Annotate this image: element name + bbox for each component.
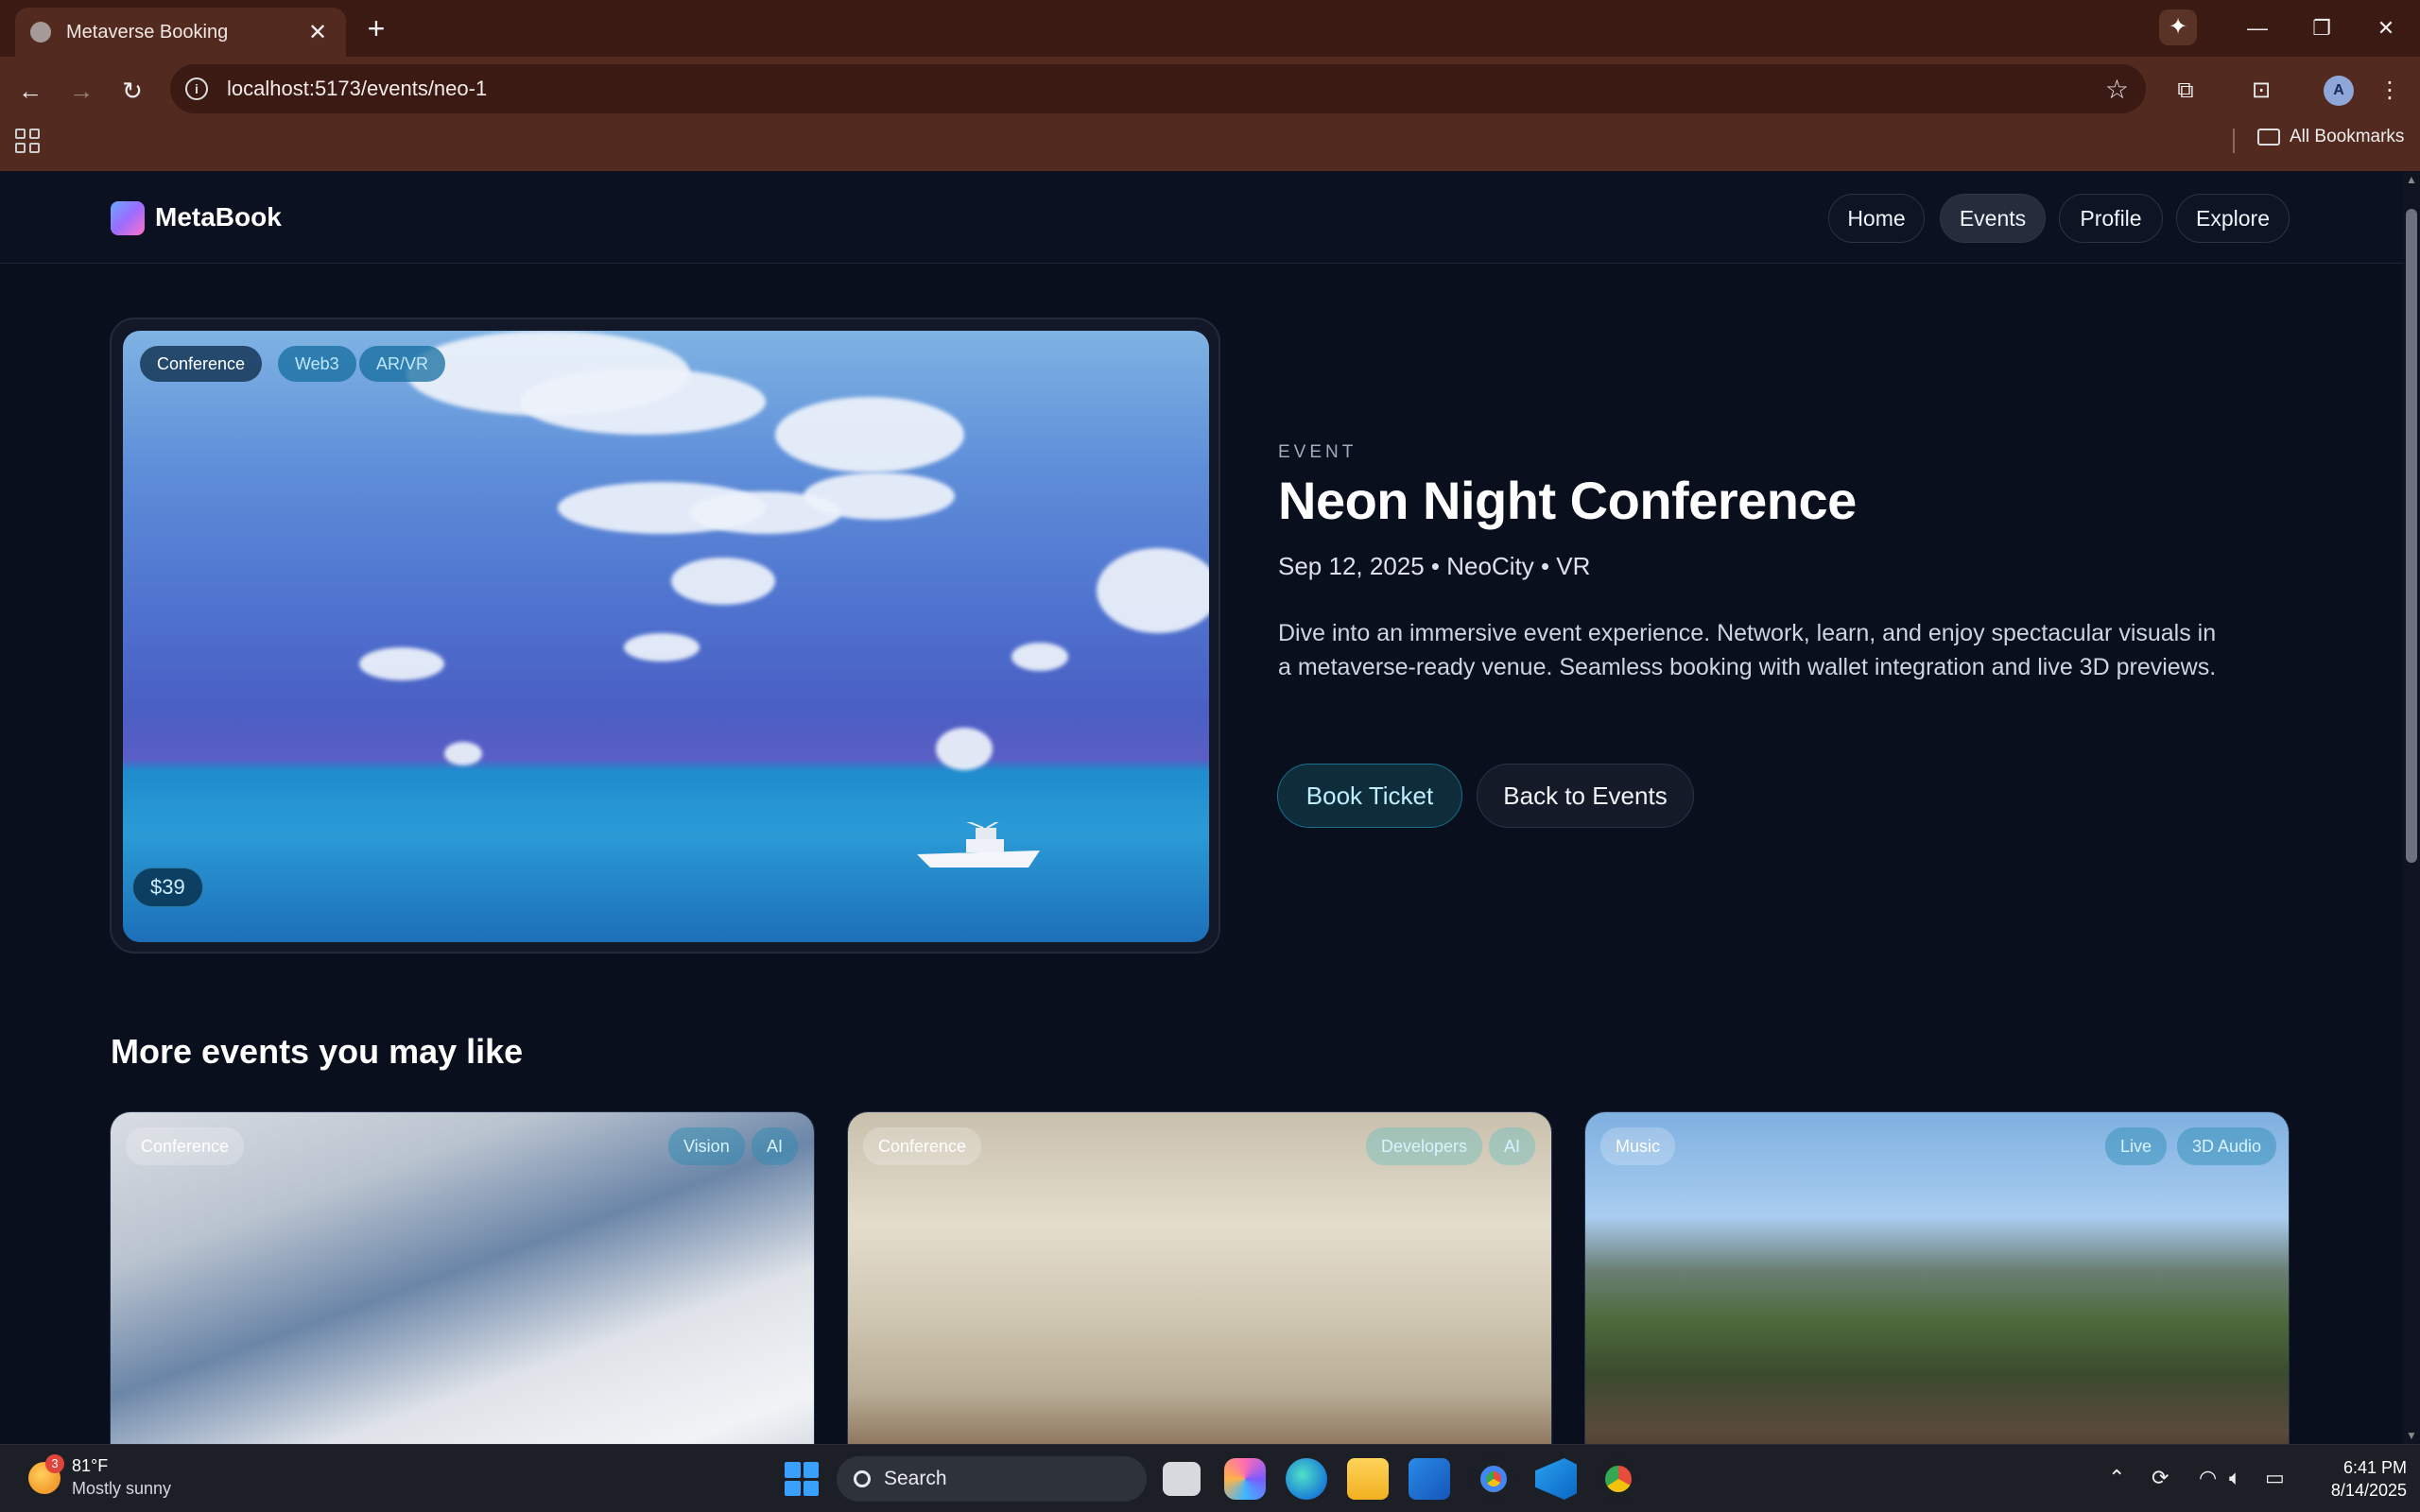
nav-events[interactable]: Events [1940, 194, 2046, 243]
tag-chip: AR/VR [359, 346, 446, 382]
related-event-card[interactable]: Conference Vision AI [110, 1111, 815, 1444]
search-label: Search [884, 1468, 947, 1489]
tray-overflow-icon[interactable]: ⌃ [2108, 1466, 2125, 1490]
card-category-chip: Conference [863, 1127, 982, 1165]
close-tab-icon[interactable]: ✕ [304, 19, 331, 46]
battery-icon[interactable]: ▭ [2265, 1466, 2285, 1490]
extensions-icon[interactable]: ⧉ [2167, 72, 2204, 110]
browser-tab-strip: Metaverse Booking ✕ + ✦ — ❐ ✕ [0, 0, 2420, 57]
copilot-icon[interactable] [1224, 1458, 1266, 1500]
event-meta: Sep 12, 2025 • NeoCity • VR [1278, 552, 1591, 580]
nav-explore[interactable]: Explore [2176, 194, 2290, 243]
url-text[interactable]: localhost:5173/events/neo-1 [227, 77, 2105, 101]
event-title: Neon Night Conference [1278, 471, 1857, 530]
menu-dots-icon[interactable]: ⋮ [2371, 72, 2409, 110]
browser-tab[interactable]: Metaverse Booking ✕ [15, 8, 346, 57]
card-tag-chip: Live [2105, 1127, 2168, 1165]
brand-logo-icon[interactable] [111, 201, 145, 235]
event-description: Dive into an immersive event experience.… [1278, 620, 2217, 680]
price-badge: $39 [132, 868, 203, 907]
site-header: MetaBook Home Events Profile Explore [0, 171, 2403, 264]
search-icon [854, 1470, 871, 1487]
clock-time: 6:41 PM [2342, 1458, 2407, 1477]
back-button[interactable]: ← [11, 72, 49, 110]
related-heading: More events you may like [111, 1032, 524, 1071]
chrome-profile-icon[interactable] [1598, 1458, 1639, 1500]
os-taskbar: 3 81°F Mostly sunny Search ⌃ ⟳ ◠ 🔈︎ ▭ 6:… [0, 1444, 2420, 1512]
weather-condition[interactable]: Mostly sunny [72, 1479, 171, 1499]
card-tag-chip: AI [1489, 1127, 1536, 1165]
event-cover-image [123, 331, 1209, 942]
card-tag-chip: 3D Audio [2177, 1127, 2277, 1165]
restore-button[interactable]: ❐ [2291, 9, 2352, 47]
apps-grid-icon[interactable] [15, 129, 40, 153]
forward-button[interactable]: → [62, 72, 100, 110]
weather-badge: 3 [45, 1454, 64, 1473]
address-bar[interactable]: i localhost:5173/events/neo-1 ☆ [170, 64, 2146, 113]
volume-icon[interactable]: 🔈︎ [2229, 1466, 2241, 1490]
outlook-icon[interactable] [1409, 1458, 1450, 1500]
close-window-button[interactable]: ✕ [2356, 9, 2416, 47]
scrollbar-thumb[interactable] [2406, 209, 2417, 863]
all-bookmarks-button[interactable]: All Bookmarks [2257, 127, 2404, 147]
sync-icon[interactable]: ⟳ [2152, 1466, 2169, 1490]
system-clock[interactable]: 6:41 PM 8/14/2025 [2312, 1456, 2407, 1502]
chrome-icon[interactable] [1473, 1458, 1514, 1500]
vscode-icon[interactable] [1535, 1458, 1577, 1500]
profile-avatar[interactable]: A [2324, 76, 2354, 106]
brand-name[interactable]: MetaBook [155, 202, 282, 232]
tag-chip: Conference [140, 346, 263, 382]
cast-search-icon[interactable]: ⊡ [2242, 72, 2280, 110]
back-to-events-button[interactable]: Back to Events [1477, 764, 1694, 828]
tab-title: Metaverse Booking [66, 21, 229, 43]
bookmarks-label: All Bookmarks [2290, 127, 2405, 146]
bookmark-star-icon[interactable]: ☆ [2105, 74, 2129, 105]
clock-date: 8/14/2025 [2330, 1481, 2407, 1500]
event-eyebrow: EVENT [1278, 442, 1357, 462]
bookmarks-divider [2233, 129, 2235, 153]
card-category-chip: Music [1600, 1127, 1676, 1165]
edge-icon[interactable] [1286, 1458, 1327, 1500]
boat-illustration [917, 822, 1040, 868]
taskbar-search[interactable]: Search [837, 1456, 1147, 1502]
wifi-icon[interactable]: ◠ [2199, 1466, 2217, 1490]
related-event-card[interactable]: Conference Developers AI [847, 1111, 1552, 1444]
related-event-card[interactable]: Music Live 3D Audio [1584, 1111, 2290, 1444]
card-tag-chip: Vision [668, 1127, 745, 1165]
page-scrollbar[interactable]: ▲ ▼ [2403, 171, 2420, 1444]
book-ticket-button[interactable]: Book Ticket [1277, 764, 1462, 828]
globe-icon [30, 22, 51, 43]
nav-profile[interactable]: Profile [2059, 194, 2163, 243]
new-tab-button[interactable]: + [359, 11, 393, 45]
card-tag-chip: AI [752, 1127, 799, 1165]
event-hero-card: Conference Web3 AR/VR $39 [110, 318, 1220, 954]
nav-home[interactable]: Home [1828, 194, 1925, 243]
windows-start-icon[interactable] [785, 1462, 819, 1496]
card-image [1585, 1112, 2289, 1444]
minimize-button[interactable]: — [2227, 9, 2288, 47]
page-viewport: MetaBook Home Events Profile Explore Con… [0, 171, 2403, 1444]
site-info-icon[interactable]: i [185, 77, 208, 100]
reload-button[interactable]: ↻ [113, 72, 151, 110]
tag-chip: Web3 [278, 346, 356, 382]
card-category-chip: Conference [126, 1127, 245, 1165]
file-explorer-icon[interactable] [1347, 1458, 1389, 1500]
task-view-icon[interactable] [1163, 1462, 1201, 1496]
folder-icon [2257, 129, 2280, 146]
card-tag-chip: Developers [1366, 1127, 1483, 1165]
gemini-icon[interactable]: ✦ [2159, 9, 2197, 45]
weather-temperature[interactable]: 81°F [72, 1456, 108, 1476]
